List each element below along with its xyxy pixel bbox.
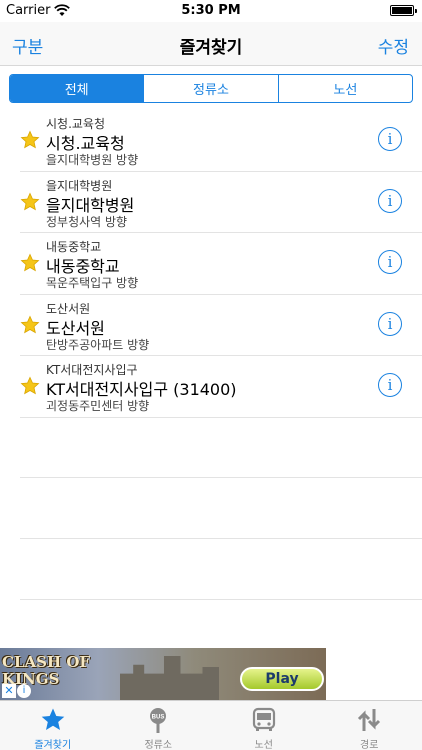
empty-row-separator xyxy=(20,599,422,600)
battery-icon xyxy=(390,5,417,16)
tab-label: 즐겨찾기 xyxy=(34,740,72,750)
ad-info-icon[interactable]: i xyxy=(17,684,31,698)
ad-castle-image xyxy=(120,656,219,700)
tab-label: 정류소 xyxy=(144,740,173,750)
tab-route-search[interactable]: 경로 xyxy=(317,701,422,750)
ad-banner[interactable]: CLASH OF KINGS Play ✕ i xyxy=(0,648,326,700)
bus-icon xyxy=(252,707,275,731)
empty-row-separator xyxy=(20,477,422,478)
segment-all[interactable]: 전체 xyxy=(10,75,144,102)
tab-routes[interactable]: 노선 xyxy=(211,701,317,750)
star-icon xyxy=(41,708,65,730)
favorites-list: 시청.교육청 시청.교육청 을지대학병원 방향 i 을지대학병원 을지대학병원 … xyxy=(0,110,422,418)
ad-close-icon[interactable]: ✕ xyxy=(2,684,16,698)
ad-logo-line: CLASH OF xyxy=(2,653,91,671)
navigation-bar: 구분 즐겨찾기 수정 xyxy=(0,22,422,66)
filter-segmented-control: 전체 정류소 노선 xyxy=(9,74,413,103)
segment-routes[interactable]: 노선 xyxy=(277,75,412,102)
star-icon xyxy=(20,192,40,210)
info-icon[interactable]: i xyxy=(378,373,402,397)
favorite-row[interactable]: KT서대전지사입구 KT서대전지사입구 (31400) 괴정동주민센터 방향 i xyxy=(20,356,422,418)
tab-bar: 즐겨찾기 BUS 정류소 노선 경로 xyxy=(0,700,422,750)
tab-label: 노선 xyxy=(254,740,273,750)
favorite-row[interactable]: 을지대학병원 을지대학병원 정부청사역 방향 i xyxy=(20,172,422,233)
status-bar: Carrier 5:30 PM xyxy=(0,0,422,22)
star-icon xyxy=(20,376,40,395)
info-icon[interactable]: i xyxy=(378,127,402,151)
segment-bus-stops[interactable]: 정류소 xyxy=(143,75,277,102)
stop-direction: 괴정동주민센터 방향 xyxy=(46,399,150,413)
page-title: 즐겨찾기 xyxy=(179,38,243,58)
info-icon[interactable]: i xyxy=(378,188,402,213)
stop-direction: 정부청사역 방향 xyxy=(46,214,128,229)
favorite-row[interactable]: 시청.교육청 시청.교육청 을지대학병원 방향 i xyxy=(20,110,422,172)
stop-direction: 탄방주공아파트 방향 xyxy=(46,337,150,352)
tab-favorites[interactable]: 즐겨찾기 xyxy=(0,701,106,750)
ad-play-button[interactable]: Play xyxy=(240,667,324,691)
stop-direction: 을지대학병원 방향 xyxy=(46,153,139,167)
empty-row-separator xyxy=(20,538,422,539)
tab-label: 경로 xyxy=(360,740,379,750)
svg-text:BUS: BUS xyxy=(152,715,165,721)
info-icon[interactable]: i xyxy=(378,311,402,336)
edit-button[interactable]: 수정 xyxy=(378,33,409,58)
route-arrows-icon xyxy=(358,709,381,731)
info-icon[interactable]: i xyxy=(378,250,402,274)
favorite-row[interactable]: 도산서원 도산서원 탄방주공아파트 방향 i xyxy=(20,295,422,356)
favorite-row[interactable]: 내동중학교 내동중학교 목운주택입구 방향 i xyxy=(20,233,422,295)
bus-stop-icon: BUS xyxy=(150,708,167,733)
ad-logo: CLASH OF KINGS xyxy=(2,654,90,688)
clock: 5:30 PM xyxy=(181,3,241,18)
star-icon xyxy=(20,315,40,333)
tab-bus-stops[interactable]: BUS 정류소 xyxy=(106,701,212,750)
star-icon xyxy=(20,253,40,272)
star-icon xyxy=(20,130,40,149)
stop-direction: 목운주택입구 방향 xyxy=(46,276,139,290)
